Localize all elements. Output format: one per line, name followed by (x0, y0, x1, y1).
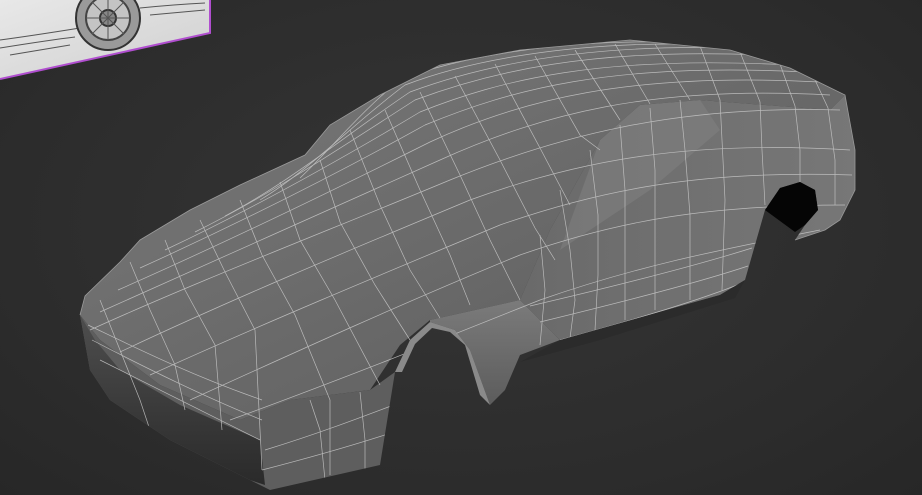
car-body-polygon-mesh-icon[interactable] (0, 0, 922, 495)
3d-viewport[interactable] (0, 0, 922, 495)
mesh-surfaces (80, 40, 855, 490)
